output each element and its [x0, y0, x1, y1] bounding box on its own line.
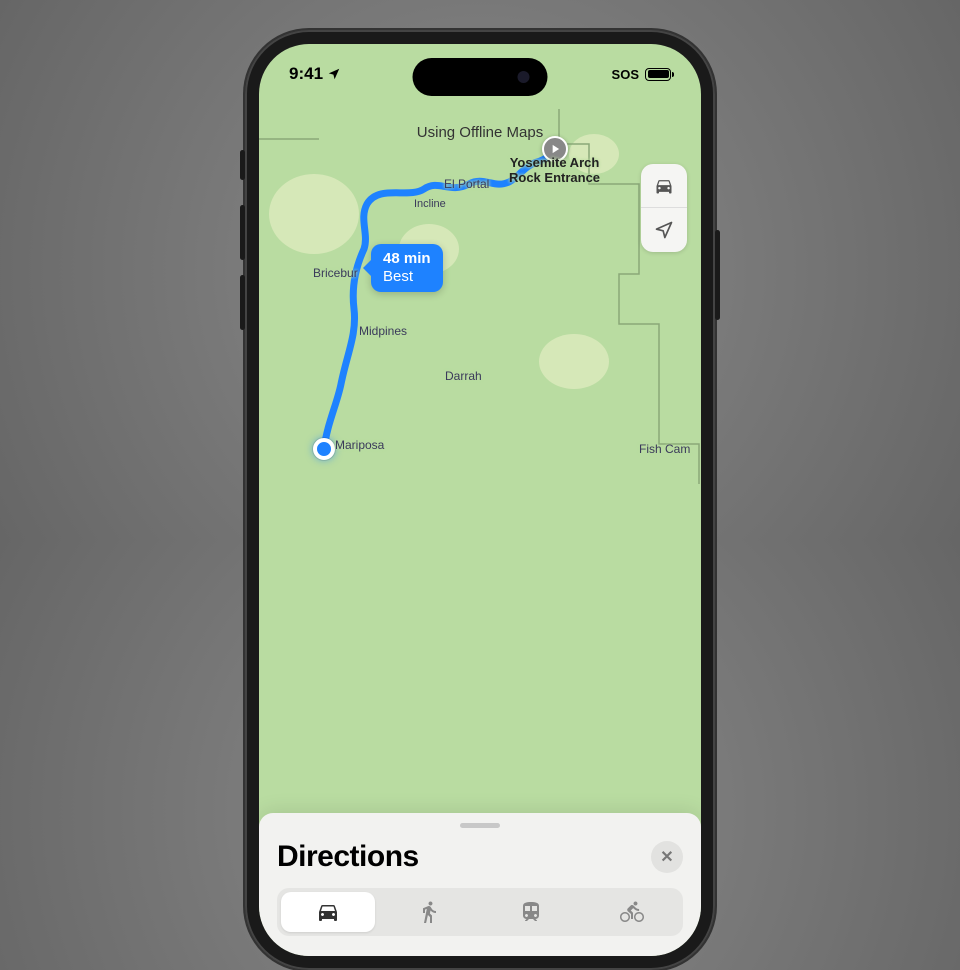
- sheet-grabber[interactable]: [460, 823, 500, 828]
- mode-tab-bike[interactable]: [586, 892, 680, 932]
- map-label-darrah: Darrah: [445, 369, 482, 383]
- close-button[interactable]: ✕: [651, 841, 683, 873]
- transport-mode-tabs: [277, 888, 683, 936]
- mode-tab-walk[interactable]: [383, 892, 477, 932]
- location-services-icon: [327, 67, 341, 81]
- recenter-button[interactable]: [641, 208, 687, 252]
- map-label-midpines: Midpines: [359, 324, 407, 338]
- transit-icon: [519, 900, 543, 924]
- mode-tab-transit[interactable]: [484, 892, 578, 932]
- destination-label: Yosemite Arch Rock Entrance: [509, 156, 600, 186]
- sheet-title: Directions: [277, 840, 419, 874]
- directions-sheet[interactable]: Directions ✕: [259, 813, 701, 956]
- battery-icon: [645, 68, 671, 81]
- offline-maps-banner: Using Offline Maps: [417, 124, 543, 141]
- map-label-mariposa: Mariposa: [335, 438, 384, 452]
- walk-icon: [417, 900, 441, 924]
- bike-icon: [620, 900, 644, 924]
- close-icon: ✕: [660, 847, 673, 867]
- sos-indicator: SOS: [612, 67, 639, 82]
- car-icon: [654, 176, 674, 196]
- map-controls: [641, 164, 687, 252]
- route-callout[interactable]: 48 min Best: [371, 244, 443, 292]
- dynamic-island: [413, 58, 548, 96]
- route-duration: 48 min: [383, 250, 431, 268]
- map-label-incline: Incline: [414, 198, 446, 210]
- status-time: 9:41: [289, 64, 323, 84]
- map-label-fish-camp: Fish Cam: [639, 442, 690, 456]
- mode-tab-drive[interactable]: [281, 892, 375, 932]
- map-label-briceburg: Bricebur: [313, 266, 358, 280]
- car-icon: [316, 900, 340, 924]
- location-arrow-icon: [654, 220, 674, 240]
- transport-mode-button[interactable]: [641, 164, 687, 208]
- current-location-dot: [313, 438, 335, 460]
- route-tag: Best: [383, 268, 431, 286]
- map-label-el-portal: El Portal: [444, 177, 489, 191]
